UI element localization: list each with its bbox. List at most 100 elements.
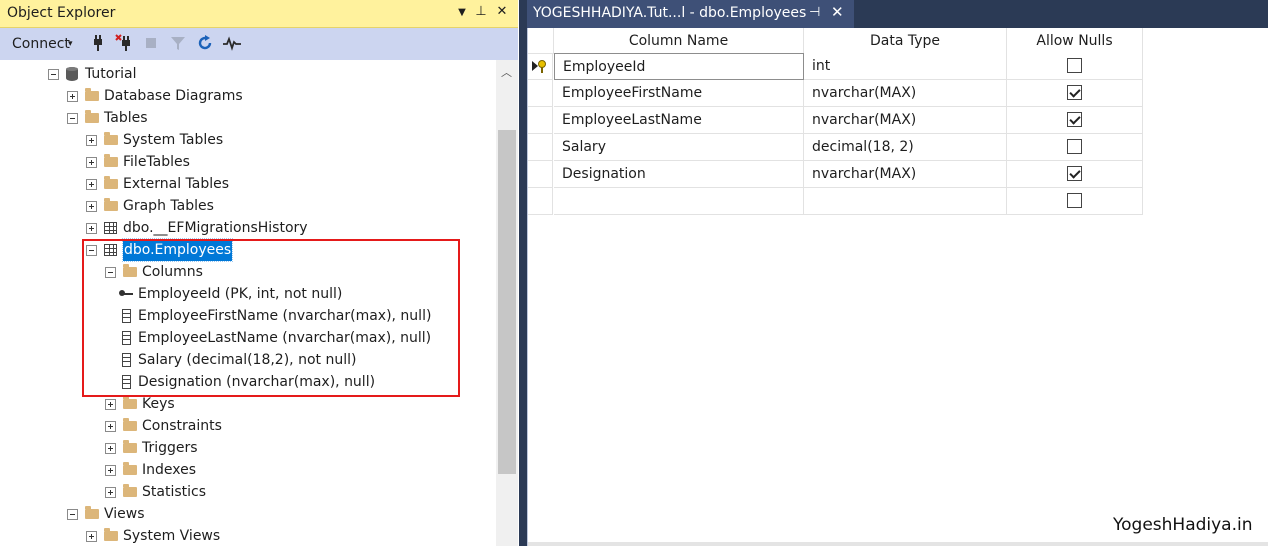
column-name-cell[interactable]: Designation bbox=[554, 161, 804, 188]
database-icon bbox=[66, 67, 78, 81]
disconnect-icon[interactable] bbox=[114, 33, 134, 53]
column-name-cell[interactable]: Salary bbox=[554, 134, 804, 161]
tab-pin-icon[interactable]: ⊣ bbox=[809, 5, 820, 20]
tree-node[interactable]: Indexes bbox=[0, 459, 496, 481]
folder-icon bbox=[85, 506, 99, 519]
row-selector[interactable] bbox=[528, 188, 553, 215]
highlight-annotation-box bbox=[82, 239, 460, 397]
folder-icon bbox=[104, 132, 118, 145]
allow-nulls-checkbox[interactable] bbox=[1067, 58, 1082, 73]
column-name-cell[interactable]: EmployeeFirstName bbox=[554, 80, 804, 107]
allow-nulls-checkbox[interactable] bbox=[1067, 193, 1082, 208]
tree-node-label: External Tables bbox=[123, 176, 230, 192]
tree-node[interactable]: Statistics bbox=[0, 481, 496, 503]
close-icon[interactable]: ✕ bbox=[494, 4, 510, 19]
data-type-cell[interactable]: int bbox=[804, 53, 1007, 80]
primary-key-icon bbox=[532, 59, 548, 73]
filter-icon[interactable] bbox=[168, 33, 188, 53]
tree-node[interactable]: Constraints bbox=[0, 415, 496, 437]
folder-icon bbox=[104, 198, 118, 211]
tree-node[interactable]: Triggers bbox=[0, 437, 496, 459]
tree-node[interactable]: Graph Tables bbox=[0, 195, 496, 217]
connect-button[interactable]: Connect bbox=[12, 36, 70, 52]
tree-node[interactable]: Tables bbox=[0, 107, 496, 129]
tab-dbo-employees[interactable]: YOGESHHADIYA.Tut...l - dbo.Employees ⊣ ✕ bbox=[527, 0, 854, 28]
allow-nulls-cell bbox=[1007, 188, 1143, 215]
allow-nulls-checkbox[interactable] bbox=[1067, 139, 1082, 154]
expand-icon[interactable] bbox=[86, 135, 97, 146]
tree-node[interactable]: dbo.__EFMigrationsHistory bbox=[0, 217, 496, 239]
scrollbar-thumb[interactable] bbox=[498, 130, 516, 474]
expand-icon[interactable] bbox=[86, 201, 97, 212]
scroll-up-arrow-icon[interactable]: ︿ bbox=[501, 64, 512, 80]
connect-plug-icon[interactable] bbox=[88, 33, 108, 53]
document-tab-bar: YOGESHHADIYA.Tut...l - dbo.Employees ⊣ ✕ bbox=[527, 0, 1268, 28]
tree-node[interactable]: Tutorial bbox=[0, 63, 496, 85]
row-selector[interactable] bbox=[528, 80, 553, 107]
tree-node-label: FileTables bbox=[123, 154, 190, 170]
expand-icon[interactable] bbox=[86, 531, 97, 542]
row-selector-header bbox=[528, 28, 554, 54]
connect-dropdown-icon[interactable]: ▾ bbox=[68, 39, 73, 49]
tree-vertical-scrollbar[interactable]: ︿ bbox=[496, 60, 518, 546]
tree-node-label: System Views bbox=[123, 528, 221, 544]
object-explorer-toolbar: Connect ▾ bbox=[0, 28, 518, 60]
expand-icon[interactable] bbox=[67, 91, 78, 102]
expand-icon[interactable] bbox=[105, 399, 116, 410]
data-type-cell[interactable] bbox=[804, 188, 1007, 215]
tree-node-label: Tutorial bbox=[85, 66, 137, 82]
collapse-icon[interactable] bbox=[67, 509, 78, 520]
column-name-cell[interactable]: EmployeeLastName bbox=[554, 107, 804, 134]
collapse-icon[interactable] bbox=[67, 113, 78, 124]
folder-icon bbox=[123, 440, 137, 453]
expand-icon[interactable] bbox=[105, 421, 116, 432]
tree-node[interactable]: Database Diagrams bbox=[0, 85, 496, 107]
data-type-cell[interactable]: nvarchar(MAX) bbox=[804, 107, 1007, 134]
tree-node-label: Indexes bbox=[142, 462, 197, 478]
refresh-icon[interactable] bbox=[195, 33, 215, 53]
table-icon bbox=[104, 222, 117, 234]
expand-icon[interactable] bbox=[86, 157, 97, 168]
tree-node-label: System Tables bbox=[123, 132, 224, 148]
tab-close-icon[interactable]: ✕ bbox=[831, 3, 844, 21]
allow-nulls-cell bbox=[1007, 80, 1143, 107]
data-type-header: Data Type bbox=[804, 28, 1007, 54]
tree-node[interactable]: Views bbox=[0, 503, 496, 525]
folder-icon bbox=[104, 154, 118, 167]
data-type-cell[interactable]: nvarchar(MAX) bbox=[804, 80, 1007, 107]
column-name-cell[interactable]: EmployeeId bbox=[554, 53, 804, 80]
column-name-cell[interactable] bbox=[554, 188, 804, 215]
tree-node[interactable]: System Tables bbox=[0, 129, 496, 151]
data-type-cell[interactable]: nvarchar(MAX) bbox=[804, 161, 1007, 188]
allow-nulls-checkbox[interactable] bbox=[1067, 166, 1082, 181]
expand-icon[interactable] bbox=[105, 487, 116, 498]
panel-splitter[interactable] bbox=[519, 0, 527, 546]
folder-icon bbox=[123, 396, 137, 409]
pin-icon[interactable]: ⊥ bbox=[473, 4, 489, 19]
expand-icon[interactable] bbox=[86, 179, 97, 190]
tree-node[interactable]: External Tables bbox=[0, 173, 496, 195]
expand-icon[interactable] bbox=[105, 465, 116, 476]
expand-icon[interactable] bbox=[86, 223, 97, 234]
expand-icon[interactable] bbox=[105, 443, 116, 454]
collapse-icon[interactable] bbox=[48, 69, 59, 80]
allow-nulls-cell bbox=[1007, 53, 1143, 80]
window-position-dropdown-icon[interactable]: ▼ bbox=[454, 7, 470, 18]
folder-icon bbox=[123, 462, 137, 475]
tree-node[interactable]: System Views bbox=[0, 525, 496, 546]
object-explorer-title-bar: Object Explorer ▼ ⊥ ✕ bbox=[0, 0, 518, 28]
tree-node[interactable]: FileTables bbox=[0, 151, 496, 173]
allow-nulls-header: Allow Nulls bbox=[1007, 28, 1143, 54]
row-selector[interactable] bbox=[528, 134, 553, 161]
data-type-cell[interactable]: decimal(18, 2) bbox=[804, 134, 1007, 161]
row-selector[interactable] bbox=[528, 53, 553, 80]
tree-node-label: Graph Tables bbox=[123, 198, 214, 214]
row-selector[interactable] bbox=[528, 161, 553, 188]
allow-nulls-checkbox[interactable] bbox=[1067, 112, 1082, 127]
allow-nulls-checkbox[interactable] bbox=[1067, 85, 1082, 100]
row-selector[interactable] bbox=[528, 107, 553, 134]
stop-icon[interactable] bbox=[141, 33, 161, 53]
object-explorer-panel: Object Explorer ▼ ⊥ ✕ Connect ▾ Tutorial… bbox=[0, 0, 518, 546]
activity-monitor-icon[interactable] bbox=[222, 33, 242, 53]
tree-node-label: Views bbox=[104, 506, 145, 522]
